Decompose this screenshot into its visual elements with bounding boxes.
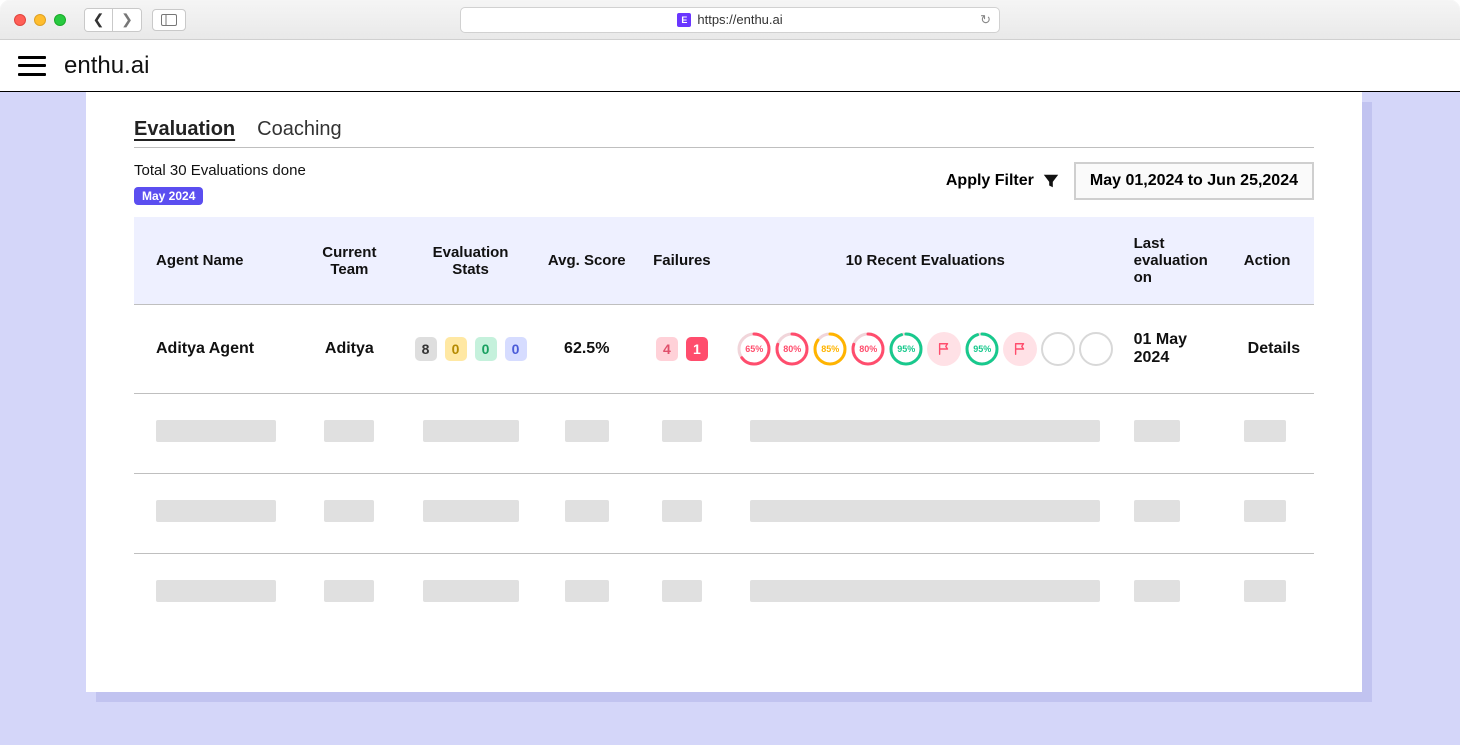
stat-pill-gray: 8: [415, 337, 437, 361]
cell-avg-score: 62.5%: [537, 305, 637, 394]
placeholder-bar: [565, 420, 609, 442]
table-row: Aditya Agent Aditya 8 0 0 0 62.5%: [134, 305, 1314, 394]
details-link[interactable]: Details: [1234, 305, 1314, 394]
table-row-placeholder: [134, 394, 1314, 474]
placeholder-bar: [1244, 580, 1286, 602]
stat-pill-yellow: 0: [445, 337, 467, 361]
eval-ring-empty: [1079, 332, 1113, 366]
date-range-display[interactable]: May 01,2024 to Jun 25,2024: [1074, 162, 1314, 200]
url-text: https://enthu.ai: [697, 12, 782, 27]
app-header: enthu.ai: [0, 40, 1460, 92]
nav-arrows: ❮ ❯: [84, 8, 142, 32]
eval-ring[interactable]: 80%: [851, 332, 885, 366]
total-evaluations-text: Total 30 Evaluations done: [134, 162, 306, 179]
placeholder-bar: [324, 580, 374, 602]
table-header-row: Agent Name Current Team Evaluation Stats…: [134, 217, 1314, 305]
col-avg-score: Avg. Score: [537, 217, 637, 305]
placeholder-bar: [1134, 500, 1180, 522]
apply-filter-button[interactable]: Apply Filter: [946, 172, 1060, 190]
eval-ring-empty: [1041, 332, 1075, 366]
tab-coaching[interactable]: Coaching: [257, 118, 342, 141]
eval-flag-icon: [1003, 332, 1037, 366]
tab-evaluation[interactable]: Evaluation: [134, 118, 235, 141]
agents-table: Agent Name Current Team Evaluation Stats…: [134, 217, 1314, 633]
failure-pill-light: 4: [656, 337, 678, 361]
placeholder-bar: [156, 580, 276, 602]
forward-button[interactable]: ❯: [113, 9, 141, 31]
brand-name: enthu.ai: [64, 52, 149, 80]
placeholder-bar: [423, 580, 519, 602]
summary-bar: Total 30 Evaluations done May 2024 Apply…: [134, 162, 1314, 205]
placeholder-bar: [565, 500, 609, 522]
eval-ring[interactable]: 95%: [889, 332, 923, 366]
sidebar-toggle-button[interactable]: [152, 9, 186, 31]
cell-last-eval: 01 May 2024: [1124, 305, 1234, 394]
table-row-placeholder: [134, 474, 1314, 554]
eval-flag-icon: [927, 332, 961, 366]
apply-filter-label: Apply Filter: [946, 172, 1034, 190]
stat-pill-green: 0: [475, 337, 497, 361]
placeholder-bar: [324, 420, 374, 442]
placeholder-bar: [156, 500, 276, 522]
hamburger-menu-button[interactable]: [18, 56, 46, 76]
cell-eval-stats: 8 0 0 0: [404, 305, 536, 394]
back-button[interactable]: ❮: [85, 9, 113, 31]
eval-ring[interactable]: 80%: [775, 332, 809, 366]
eval-ring[interactable]: 65%: [737, 332, 771, 366]
placeholder-bar: [750, 420, 1100, 442]
cell-recent-evals: 65% 80% 85% 80% 95% 95%: [727, 305, 1124, 394]
window-controls: [14, 14, 66, 26]
col-failures: Failures: [637, 217, 727, 305]
placeholder-bar: [423, 500, 519, 522]
month-badge: May 2024: [134, 187, 203, 205]
col-recent-evals: 10 Recent Evaluations: [727, 217, 1124, 305]
col-current-team: Current Team: [294, 217, 404, 305]
placeholder-bar: [662, 580, 702, 602]
placeholder-bar: [750, 580, 1100, 602]
col-agent-name: Agent Name: [134, 217, 294, 305]
eval-ring[interactable]: 85%: [813, 332, 847, 366]
placeholder-bar: [324, 500, 374, 522]
col-action: Action: [1234, 217, 1314, 305]
placeholder-bar: [1244, 420, 1286, 442]
stat-pill-blue: 0: [505, 337, 527, 361]
col-eval-stats: Evaluation Stats: [404, 217, 536, 305]
placeholder-bar: [1134, 580, 1180, 602]
fullscreen-window-button[interactable]: [54, 14, 66, 26]
cell-agent-name: Aditya Agent: [134, 305, 294, 394]
failure-pill-solid: 1: [686, 337, 708, 361]
placeholder-bar: [662, 420, 702, 442]
browser-titlebar: ❮ ❯ E https://enthu.ai ↻: [0, 0, 1460, 40]
browser-window: ❮ ❯ E https://enthu.ai ↻ enthu.ai Evalua…: [0, 0, 1460, 745]
close-window-button[interactable]: [14, 14, 26, 26]
placeholder-bar: [662, 500, 702, 522]
placeholder-bar: [423, 420, 519, 442]
placeholder-bar: [565, 580, 609, 602]
col-last-eval: Last evaluation on: [1124, 217, 1234, 305]
content-canvas: Evaluation Coaching Total 30 Evaluations…: [0, 92, 1460, 745]
reload-icon[interactable]: ↻: [980, 12, 991, 28]
funnel-icon: [1042, 172, 1060, 190]
evaluation-panel: Evaluation Coaching Total 30 Evaluations…: [86, 92, 1362, 692]
tabs-bar: Evaluation Coaching: [134, 118, 1314, 148]
address-bar[interactable]: E https://enthu.ai ↻: [460, 7, 1000, 33]
placeholder-bar: [1134, 420, 1180, 442]
placeholder-bar: [750, 500, 1100, 522]
favicon-icon: E: [677, 13, 691, 27]
eval-ring[interactable]: 95%: [965, 332, 999, 366]
placeholder-bar: [1244, 500, 1286, 522]
cell-failures: 4 1: [637, 305, 727, 394]
minimize-window-button[interactable]: [34, 14, 46, 26]
cell-team: Aditya: [294, 305, 404, 394]
placeholder-bar: [156, 420, 276, 442]
table-row-placeholder: [134, 554, 1314, 634]
